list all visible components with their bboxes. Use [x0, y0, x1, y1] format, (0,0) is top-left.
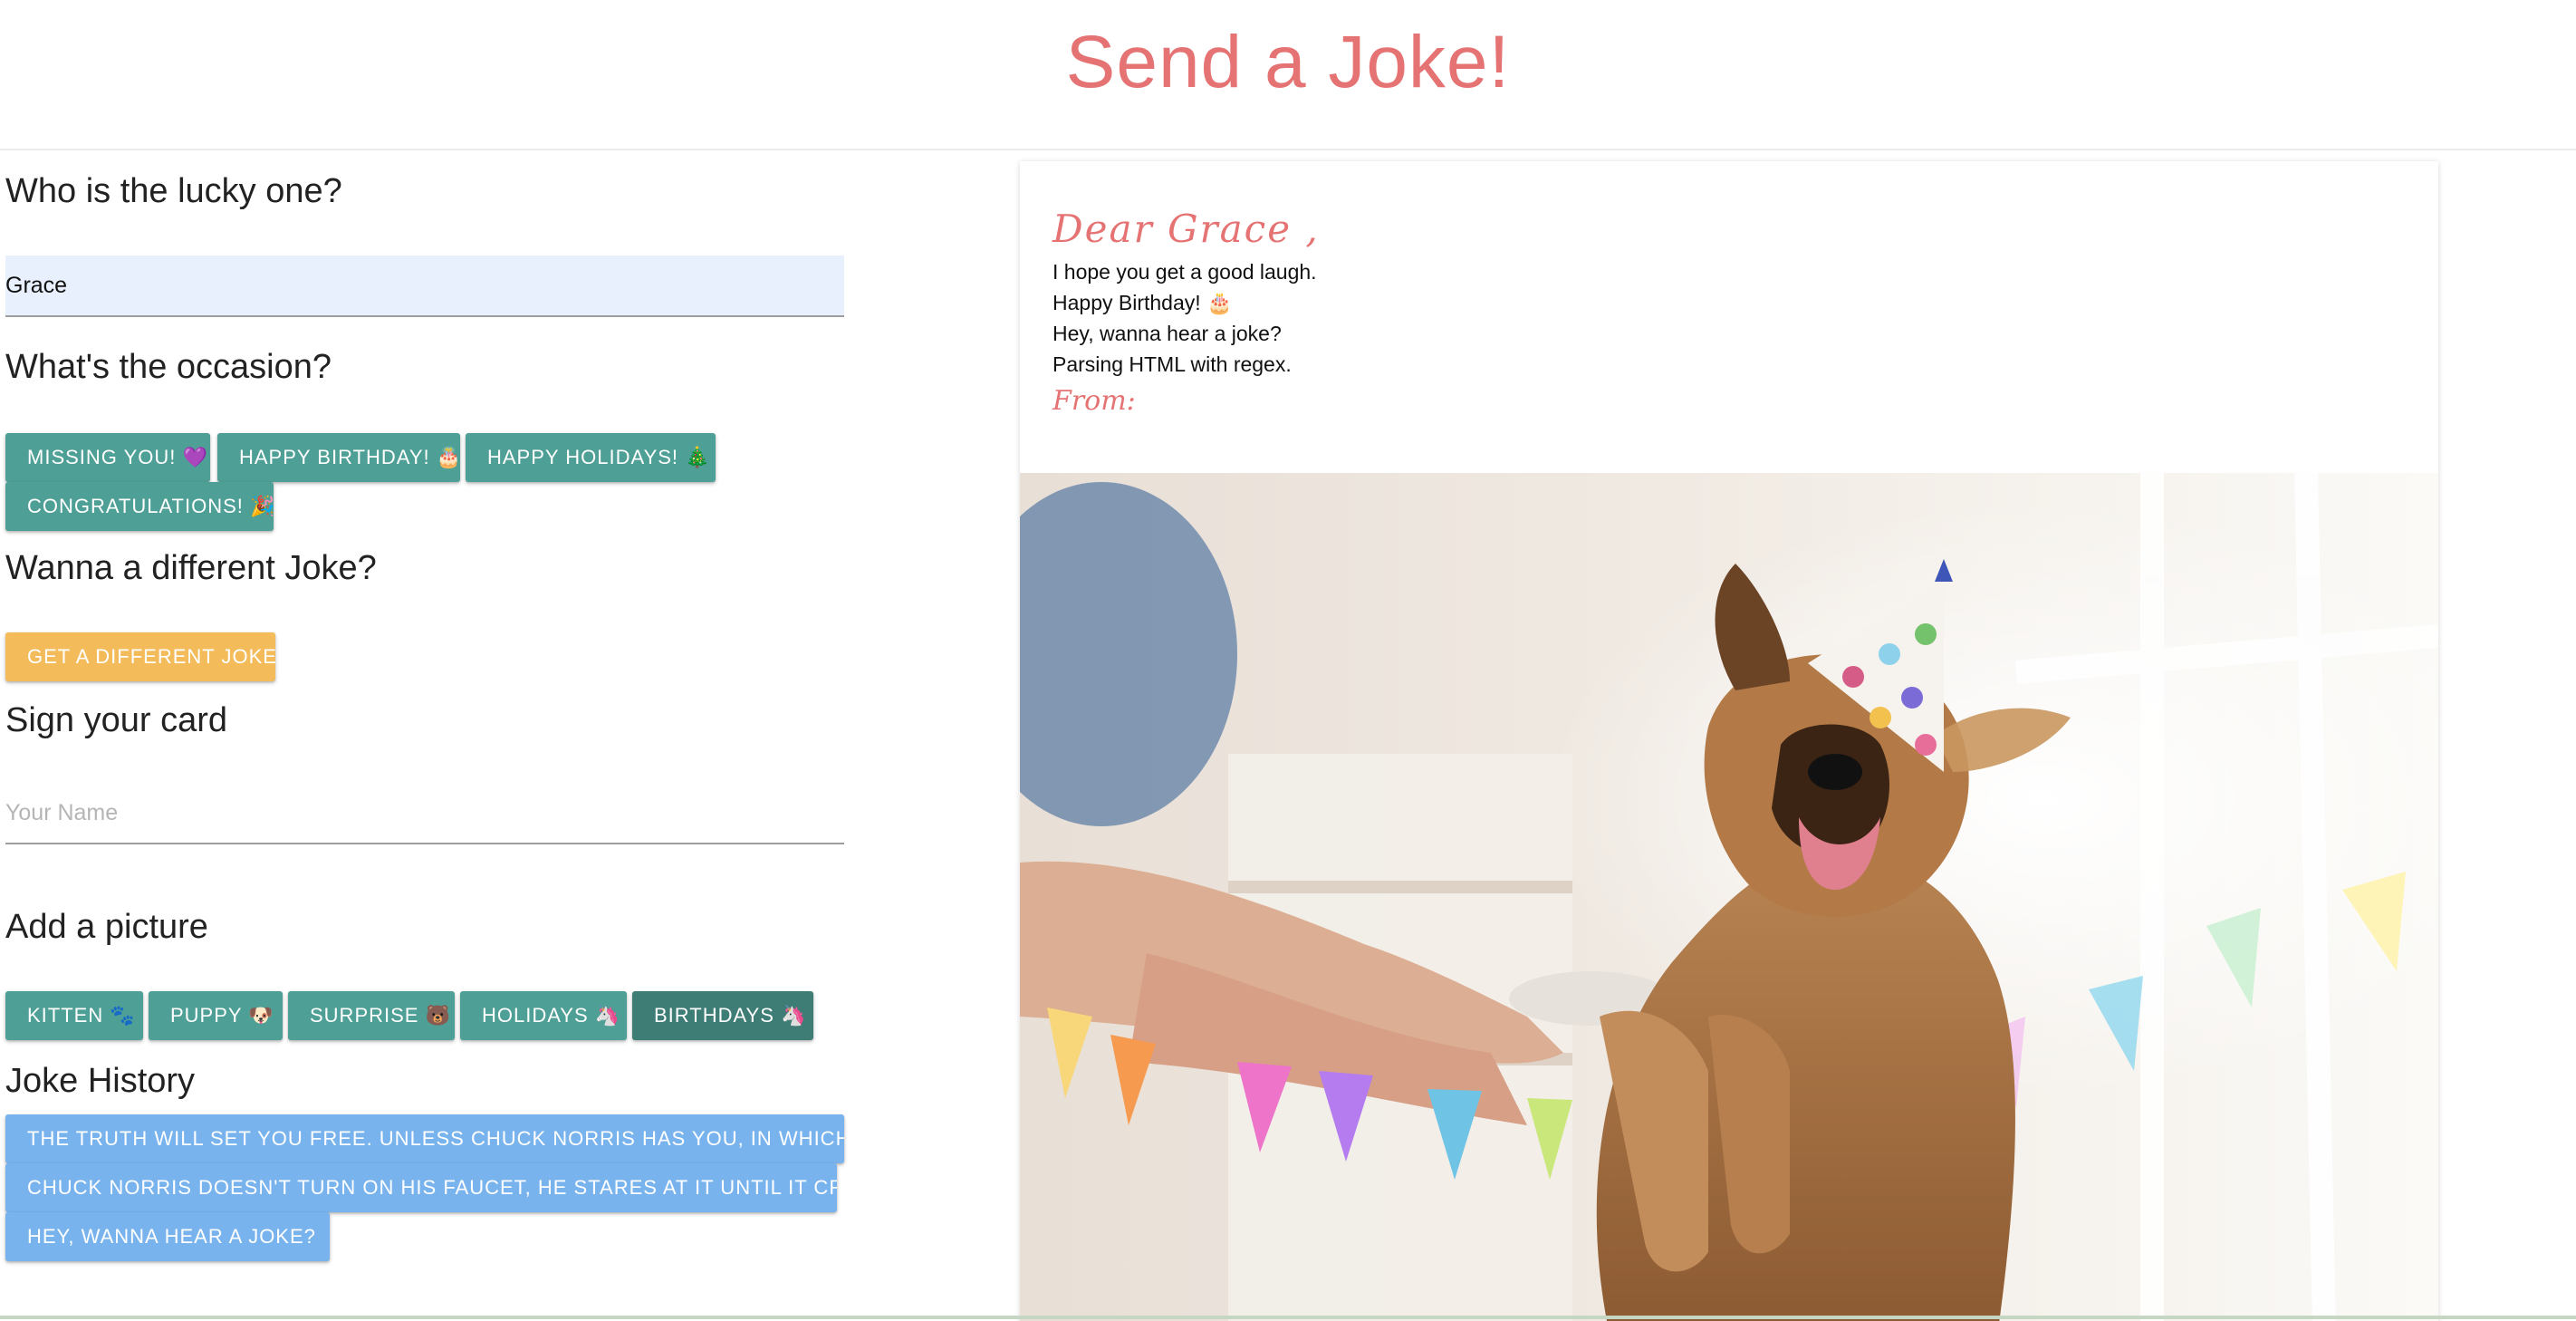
get-different-joke-button[interactable]: Get a different joke — [5, 632, 275, 681]
recipient-heading: Who is the lucky one? — [5, 172, 342, 210]
picture-kitten-button[interactable]: Kitten 🐾 — [5, 991, 143, 1040]
card-line: Hey, wanna hear a joke? — [1053, 322, 1282, 345]
history-item-button[interactable]: Hey, wanna hear a joke? — [5, 1212, 330, 1261]
occasion-happy-birthday-button[interactable]: Happy Birthday! 🎂 — [217, 433, 460, 482]
card-from: From: — [1053, 385, 1136, 417]
picture-birthdays-button[interactable]: Birthdays 🦄 — [632, 991, 813, 1040]
card-line: Happy Birthday! 🎂 — [1053, 291, 1233, 314]
occasion-congratulations-button[interactable]: Congratulations! 🎉 — [5, 482, 274, 531]
card-greeting: Dear Grace , — [1053, 207, 1320, 251]
card-message: Dear Grace , I hope you get a good laugh… — [1053, 207, 2411, 417]
picture-surprise-button[interactable]: Surprise 🐻 — [288, 991, 455, 1040]
header: Send a Joke! — [0, 0, 2576, 150]
history-item-button[interactable]: The truth will set you free. Unless Chuc… — [5, 1114, 844, 1163]
card-line: I hope you get a good laugh. — [1053, 260, 1317, 284]
sign-heading: Sign your card — [5, 701, 228, 739]
picture-holidays-button[interactable]: Holidays 🦄 — [460, 991, 627, 1040]
picture-puppy-button[interactable]: Puppy 🐶 — [149, 991, 283, 1040]
picture-heading: Add a picture — [5, 908, 208, 946]
occasion-heading: What's the occasion? — [5, 348, 332, 386]
party-dog-photo — [1020, 473, 2438, 1321]
occasion-missing-you-button[interactable]: Missing you! 💜 — [5, 433, 210, 482]
card-line: Parsing HTML with regex. — [1053, 352, 1292, 376]
footer-border — [0, 1316, 2576, 1319]
occasion-happy-holidays-button[interactable]: Happy Holidays! 🎄 — [466, 433, 716, 482]
app-root: Send a Joke! Who is the lucky one? What'… — [0, 0, 2576, 1321]
page-title: Send a Joke! — [1065, 21, 1511, 103]
recipient-input[interactable] — [5, 256, 844, 317]
different-joke-heading: Wanna a different Joke? — [5, 549, 377, 587]
history-heading: Joke History — [5, 1062, 196, 1100]
history-item-button[interactable]: Chuck Norris doesn't turn on his faucet,… — [5, 1163, 837, 1212]
sign-name-input[interactable] — [5, 783, 844, 844]
joke-card: Dear Grace , I hope you get a good laugh… — [1020, 161, 2438, 1321]
party-dog-illustration — [1020, 473, 2438, 1321]
